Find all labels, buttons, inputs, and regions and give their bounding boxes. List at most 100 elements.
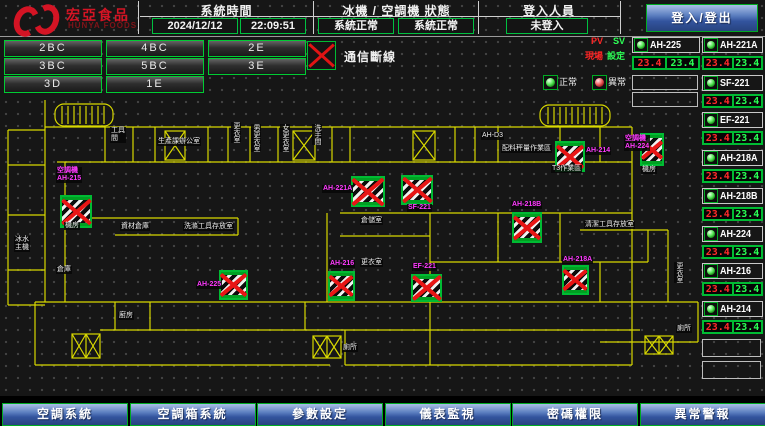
- plan-room-label-17: 倉庫: [56, 266, 72, 274]
- plan-room-label-4: 女更衣室: [280, 124, 290, 152]
- unit-panel-right: AH-221A23.423.4SF-22123.423.4EF-22123.42…: [702, 0, 763, 426]
- unit-lamp-icon: [704, 264, 718, 278]
- plan-unit-label-7: AH-216: [329, 260, 355, 268]
- pv-header: PV: [591, 36, 603, 46]
- ahu-offline-icon-ah-225[interactable]: [219, 270, 248, 300]
- nav-button-abnormal-alarm[interactable]: 異常警報: [640, 403, 765, 426]
- sv-header: SV: [613, 36, 625, 46]
- pv-value: 23.4: [703, 57, 733, 69]
- abnormal-lamp-icon: [592, 75, 607, 90]
- plan-room-label-16: 更衣室: [360, 259, 383, 267]
- plan-room-label-7: 配料秤量作業區: [501, 145, 552, 153]
- unit-name-label: EF-221: [720, 115, 750, 126]
- sv-value: 23.4: [733, 95, 763, 107]
- sv-value: 23.4: [733, 170, 763, 182]
- normal-legend-label: 正常: [559, 77, 577, 87]
- nav-button-password-permissions[interactable]: 密碼權限: [512, 403, 638, 426]
- plan-room-label-8: T3作業區: [551, 165, 582, 173]
- unit-lamp-icon: [704, 113, 718, 127]
- company-name-en: HUNYA FOODS: [68, 21, 137, 30]
- pv-sub-header: 現場: [585, 51, 603, 61]
- unit-lamp-icon: [704, 151, 718, 165]
- nav-button-parameter-settings[interactable]: 參數設定: [257, 403, 383, 426]
- unit-values-ah-218a: 23.423.4: [702, 169, 763, 183]
- floor-button-3bc[interactable]: 3BC: [4, 58, 102, 75]
- ahu-offline-icon-ah-221a[interactable]: [351, 176, 385, 207]
- unit-name-ah-214[interactable]: AH-214: [702, 301, 763, 317]
- unit-lamp-icon: [634, 38, 648, 52]
- sv-value: 23.4: [733, 132, 763, 144]
- plan-unit-label-9: AH-225: [196, 281, 222, 289]
- unit-panel-left: AH-225 23.423.4: [632, 0, 700, 426]
- company-logo-icon: [12, 3, 64, 32]
- unit-values-ah-225: 23.423.4: [632, 56, 700, 70]
- nav-button-ahu-box-system[interactable]: 空調箱系統: [130, 403, 256, 426]
- unit-values-ah-218b: 23.423.4: [702, 207, 763, 221]
- plan-room-label-14: 清潔工具存放室: [584, 221, 635, 229]
- sv-value: 23.4: [733, 283, 763, 295]
- nav-button-meter-monitoring[interactable]: 儀表監視: [385, 403, 511, 426]
- unit-lamp-icon: [704, 76, 718, 90]
- plan-room-label-13: 倉儲室: [360, 217, 383, 225]
- floor-button-4bc[interactable]: 4BC: [106, 40, 204, 57]
- plan-room-label-3: 男更衣室: [251, 124, 261, 152]
- system-date-value: 2024/12/12: [152, 18, 238, 34]
- empty-unit-slot: [632, 75, 698, 90]
- unit-values-sf-221: 23.423.4: [702, 94, 763, 108]
- plan-unit-label-8: EF-221: [412, 263, 437, 271]
- floor-button-5bc[interactable]: 5BC: [106, 58, 204, 75]
- login-person-label: 登入人員: [480, 2, 618, 19]
- divider: [620, 1, 621, 34]
- system-time-value: 22:09:51: [240, 18, 306, 34]
- plan-room-label-11: 資材倉庫: [120, 223, 150, 231]
- unit-values-ef-221: 23.423.4: [702, 131, 763, 145]
- sv-value: 23.4: [733, 57, 763, 69]
- unit-name-ah-221a[interactable]: AH-221A: [702, 37, 763, 53]
- plan-room-label-15: 冰水主機: [14, 236, 30, 252]
- plan-room-label-12: 洗滌工具存放室: [183, 223, 234, 231]
- nav-button-ac-system[interactable]: 空調系統: [2, 403, 128, 426]
- ahu-offline-icon-ah-216[interactable]: [328, 271, 355, 301]
- floor-button-3d[interactable]: 3D: [4, 76, 102, 93]
- unit-name-label: AH-214: [720, 304, 751, 315]
- ahu-offline-icon-ah-218b[interactable]: [512, 212, 542, 243]
- pv-value: 23.4: [703, 208, 733, 220]
- unit-name-sf-221[interactable]: SF-221: [702, 75, 763, 91]
- plan-unit-label-0: 空調機AH-215: [56, 167, 82, 183]
- ahu-offline-icon-ef-221[interactable]: [411, 274, 442, 302]
- plan-unit-label-5: AH-218B: [511, 201, 542, 209]
- plan-room-label-2: 更衣室: [231, 122, 241, 143]
- unit-name-ah-218b[interactable]: AH-218B: [702, 188, 763, 204]
- floor-button-2bc[interactable]: 2BC: [4, 40, 102, 57]
- divider: [138, 1, 139, 34]
- machine-status-label: 冰機 / 空調機 狀態: [315, 2, 478, 19]
- ahu-offline-icon-sf-221[interactable]: [401, 175, 433, 205]
- unit-name-ah-218a[interactable]: AH-218A: [702, 150, 763, 166]
- floor-button-3e[interactable]: 3E: [208, 58, 306, 75]
- sv-value: 23.4: [733, 246, 763, 258]
- hmi-screen: 空調機AH-215AH-221ASF-221AH-214空調機AH-224AH-…: [0, 0, 765, 426]
- floor-button-1e[interactable]: 1E: [106, 76, 204, 93]
- bottom-nav: 空調系統空調箱系統參數設定儀表監視密碼權限異常警報: [0, 396, 765, 426]
- ahu-status-value: 系統正常: [398, 18, 474, 34]
- unit-name-ah-225[interactable]: AH-225: [632, 37, 700, 53]
- unit-lamp-icon: [704, 302, 718, 316]
- unit-name-ah-216[interactable]: AH-216: [702, 263, 763, 279]
- unit-name-label: AH-216: [720, 266, 751, 277]
- logo-arc: [30, 1, 63, 38]
- divider: [478, 1, 479, 34]
- unit-name-ah-224[interactable]: AH-224: [702, 226, 763, 242]
- divider: [313, 1, 314, 34]
- login-status-value: 未登入: [506, 18, 588, 34]
- floor-button-2e[interactable]: 2E: [208, 40, 306, 57]
- plan-unit-label-3: AH-214: [585, 147, 611, 155]
- plan-room-label-6: AH-D3: [481, 132, 504, 140]
- unit-name-label: AH-218A: [720, 153, 758, 164]
- system-time-label: 系統時間: [140, 2, 313, 19]
- unit-name-ef-221[interactable]: EF-221: [702, 112, 763, 128]
- pv-value: 23.4: [703, 321, 733, 333]
- sv-sub-header: 設定: [607, 51, 625, 61]
- unit-values-ah-224: 23.423.4: [702, 245, 763, 259]
- ahu-offline-icon-ah-218a[interactable]: [562, 265, 589, 295]
- abnormal-legend-label: 異常: [608, 77, 626, 87]
